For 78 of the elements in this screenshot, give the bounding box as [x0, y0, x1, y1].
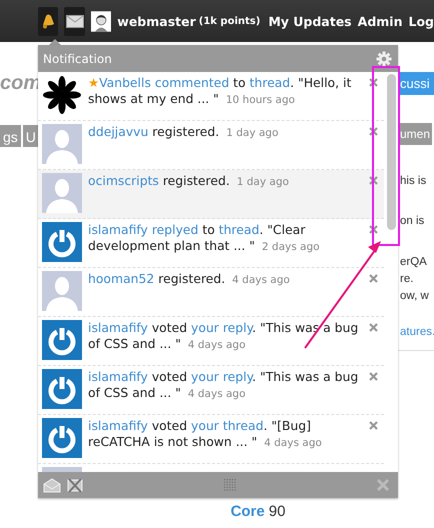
category-count: 90 [268, 503, 286, 520]
avatar-silhouette [42, 124, 82, 164]
notification-link[interactable]: your reply [191, 320, 252, 335]
notification-item[interactable]: ★Vanbells commented to thread. "Hello, it shows at my end ... " 10 hours ago [38, 72, 384, 121]
close-icon[interactable] [369, 225, 378, 234]
avatar-silhouette [42, 173, 82, 213]
notification-text: ★Vanbells commented to thread. "Hello, it shows at my end ... " 10 hours ago [88, 75, 352, 108]
notification-item[interactable]: ocimscripts registered. 1 day ago [38, 170, 384, 219]
notification-link[interactable]: hooman52 [88, 271, 154, 286]
time-label: 4 days ago [188, 388, 246, 400]
time-label: 4 days ago [188, 339, 246, 351]
time-label: 1 day ago [236, 176, 289, 188]
panel-title: Notification [43, 52, 112, 66]
close-icon[interactable] [369, 78, 378, 87]
notification-link[interactable]: thread [250, 75, 290, 90]
scrollbar[interactable] [384, 72, 398, 472]
notification-link[interactable]: islamafify [88, 369, 148, 384]
time-label: 4 days ago [264, 437, 322, 449]
notification-item[interactable]: islamafify voted your thread. "[Bug] reCATCHA is not shown ... " 4 days ago [38, 415, 384, 464]
nav-link[interactable]: Log [408, 14, 434, 28]
points-label: (1k points) [198, 16, 260, 26]
notification-link[interactable]: ddejjavvu [88, 124, 148, 139]
notification-item[interactable]: hooman52 registered. 4 days ago [38, 268, 384, 317]
nav-tab[interactable]: umen [398, 123, 432, 145]
close-icon[interactable] [369, 127, 378, 136]
close-icon[interactable] [369, 421, 378, 430]
power-avatar [42, 418, 82, 458]
notification-link[interactable]: islamafify [88, 320, 148, 335]
nav-link[interactable]: Admin [358, 14, 402, 28]
messages-button[interactable] [64, 6, 85, 36]
power-avatar [42, 369, 82, 409]
close-icon[interactable] [369, 372, 378, 381]
nav-link[interactable]: My Updates [268, 14, 352, 28]
asterisk-avatar [42, 75, 82, 115]
body-text: ow, w [400, 289, 430, 304]
nav-tab[interactable]: U [22, 125, 39, 147]
settings-icon[interactable] [376, 50, 392, 66]
notification-link[interactable]: islamafify [88, 418, 148, 433]
power-avatar [42, 320, 82, 360]
mark-read-icon[interactable] [43, 477, 61, 493]
nav-tab[interactable]: gs [0, 125, 21, 147]
power-avatar [42, 222, 82, 262]
body-text: re. [400, 272, 414, 287]
features-link[interactable]: atures. [400, 324, 434, 340]
body-text: his is [400, 174, 428, 189]
time-label: 2 days ago [262, 241, 320, 253]
notification-text: ddejjavvu registered. 1 day ago [88, 124, 278, 141]
notification-text: islamafify voted your thread. "[Bug] reCATCHA is not shown ... " 4 days ago [88, 418, 323, 451]
close-icon[interactable] [369, 323, 378, 332]
star-icon: ★ [88, 75, 100, 90]
notification-text: islamafify replyed to thread. "Clear development plan that ... " 2 days ago [88, 222, 321, 255]
notification-text: ocimscripts registered. 1 day ago [88, 173, 289, 190]
time-label: 1 day ago [226, 127, 278, 139]
body-text: erQA [400, 255, 428, 270]
notification-text: hooman52 registered. 4 days ago [88, 271, 290, 288]
delete-all-icon[interactable] [67, 477, 83, 493]
resize-grip-icon[interactable] [222, 478, 236, 492]
notification-text: islamafify voted your reply. "This was a bug of CSS and ... " 4 days ago [88, 369, 360, 402]
time-label: 4 days ago [232, 274, 290, 286]
notification-link[interactable]: islamafify replyed [88, 222, 198, 237]
notification-button[interactable] [38, 6, 58, 36]
scrollbar-thumb[interactable] [387, 74, 396, 230]
username-link[interactable]: webmaster [117, 14, 196, 28]
notification-item[interactable]: islamafify voted your reply. "This was a bug of CSS and ... " 4 days ago [38, 366, 384, 415]
body-text: on is [400, 214, 426, 229]
close-icon[interactable] [369, 274, 378, 283]
category-link[interactable]: Core [230, 503, 265, 520]
notification-link[interactable]: Vanbells commented [99, 75, 230, 90]
discussion-button[interactable]: cussi [398, 72, 434, 95]
notification-item[interactable]: islamafify replyed to thread. "Clear development plan that ... " 2 days ago [38, 219, 384, 268]
notification-link[interactable]: thread [218, 222, 260, 237]
notification-link[interactable]: ocimscripts [88, 173, 159, 188]
envelope-icon [66, 14, 84, 28]
close-icon[interactable] [369, 176, 378, 185]
notification-link[interactable]: your reply [191, 369, 252, 384]
avatar-silhouette [42, 271, 82, 311]
notification-link[interactable]: your thread [191, 418, 264, 433]
time-label: 10 hours ago [226, 94, 295, 106]
